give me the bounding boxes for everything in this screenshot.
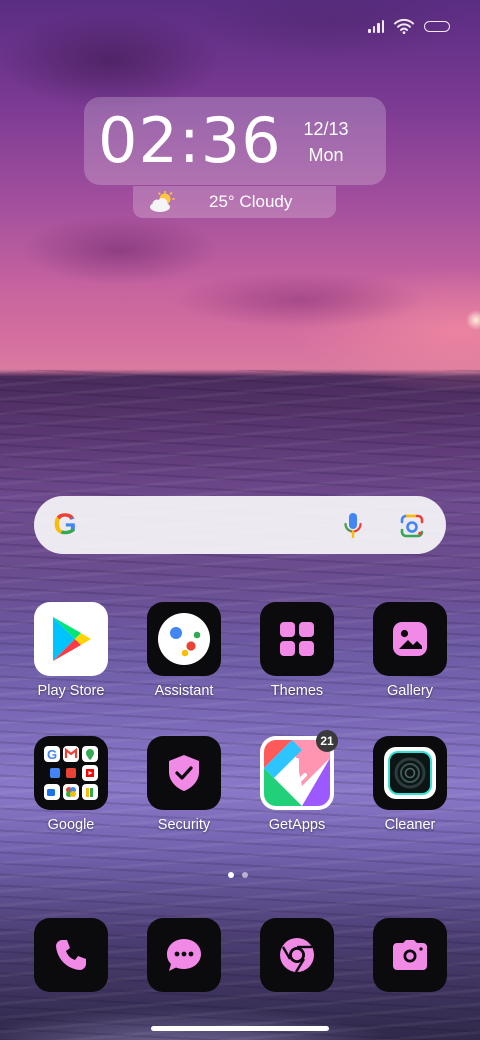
wifi-icon [394, 18, 414, 34]
cleaner-icon [373, 736, 447, 810]
dock-chrome[interactable] [247, 918, 347, 992]
getapps-icon: 21 [260, 730, 338, 810]
app-getapps[interactable]: 21 GetApps [247, 730, 347, 834]
google-lens-icon[interactable] [398, 512, 426, 540]
google-folder-icon: G [34, 736, 108, 810]
weather-widget[interactable]: 25° Cloudy [133, 186, 336, 218]
page-dot-active [228, 872, 234, 878]
app-gallery[interactable]: Gallery [360, 602, 460, 700]
app-label: Cleaner [384, 817, 436, 833]
weather-text: 25° Cloudy [209, 192, 293, 211]
gallery-icon [373, 602, 447, 676]
google-g-icon: G [50, 510, 80, 540]
clock-weekday: Mon [308, 145, 344, 165]
phone-icon [34, 918, 108, 992]
signal-icon [368, 19, 384, 33]
app-label: Themes [270, 683, 324, 699]
dock-messages[interactable] [134, 918, 234, 992]
partly-cloudy-icon [149, 190, 175, 213]
clock-date-day: 12/13 [303, 119, 349, 139]
app-label: Google [47, 817, 95, 833]
app-label: GetApps [268, 817, 326, 833]
app-label: Security [157, 817, 211, 833]
clock-time: 02:36 [98, 104, 282, 177]
google-search-bar[interactable]: G [34, 496, 446, 554]
gesture-home-bar[interactable] [151, 1026, 329, 1031]
microphone-icon[interactable] [342, 512, 364, 540]
svg-text:G: G [47, 747, 57, 762]
app-play-store[interactable]: Play Store [21, 602, 121, 700]
status-bar [368, 16, 450, 36]
security-shield-icon [147, 736, 221, 810]
app-themes[interactable]: Themes [247, 602, 347, 700]
dock-camera[interactable] [360, 918, 460, 992]
clock-widget[interactable]: 02:36 12/13 Mon [84, 97, 386, 185]
messages-icon [147, 918, 221, 992]
app-label: Assistant [154, 683, 214, 699]
page-indicator [228, 872, 248, 878]
app-cleaner[interactable]: Cleaner [360, 736, 460, 834]
app-security[interactable]: Security [134, 736, 234, 834]
battery-icon [424, 20, 450, 32]
page-dot [242, 872, 248, 878]
app-label: Play Store [37, 683, 105, 699]
clock-date: 12/13 Mon [296, 116, 356, 168]
dock-phone[interactable] [21, 918, 121, 992]
camera-icon [373, 918, 447, 992]
themes-icon [260, 602, 334, 676]
app-assistant[interactable]: Assistant [134, 602, 234, 700]
notification-badge: 21 [316, 730, 338, 752]
app-google-folder[interactable]: G Google [21, 736, 121, 834]
play-store-icon [34, 602, 108, 676]
chrome-icon [260, 918, 334, 992]
assistant-icon [147, 602, 221, 676]
app-label: Gallery [387, 683, 433, 699]
